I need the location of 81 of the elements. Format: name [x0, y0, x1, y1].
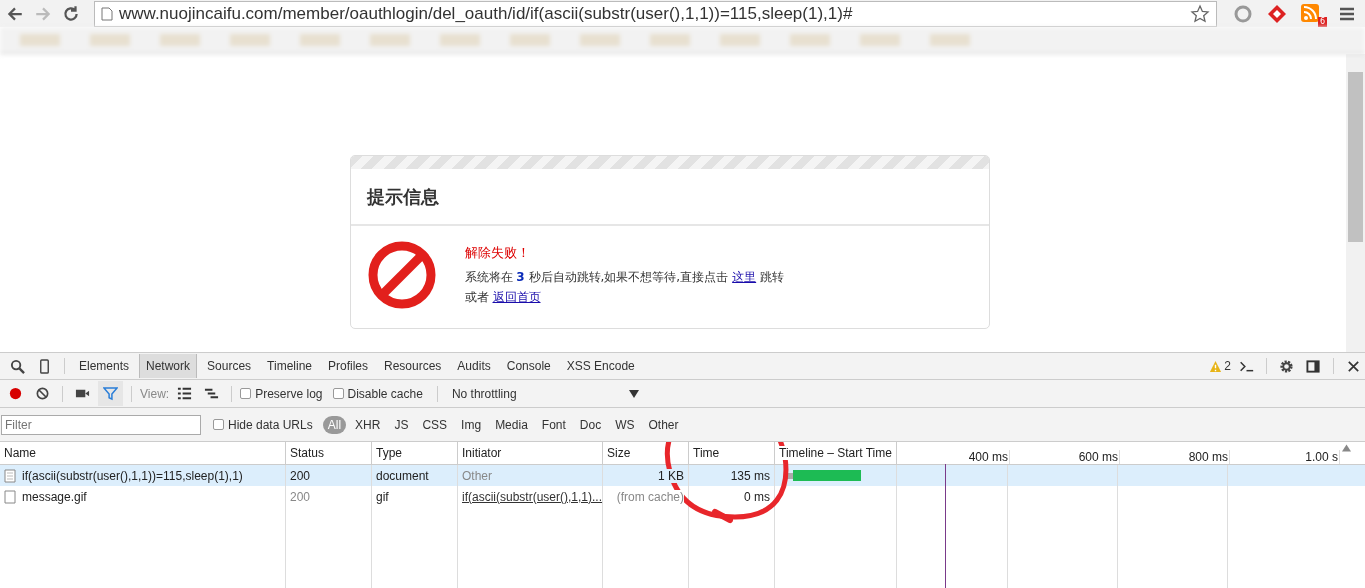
filter-input[interactable]: Filter: [1, 414, 201, 435]
disable-cache-checkbox[interactable]: Disable cache: [332, 386, 423, 401]
status-cell: 200: [286, 486, 372, 507]
prohibited-icon: [366, 240, 437, 310]
time-tick-label: 800 ms: [1120, 450, 1230, 464]
waterfall-view-icon[interactable]: [204, 386, 220, 401]
devtools-tab[interactable]: Sources: [201, 354, 258, 378]
here-link[interactable]: 这里: [732, 269, 757, 286]
initiator-cell: Other: [462, 468, 492, 483]
mobile-device-icon[interactable]: [37, 358, 52, 374]
settings-icon[interactable]: [1279, 358, 1294, 374]
file-icon: [4, 489, 16, 504]
size-cell: 1 KB: [658, 468, 684, 483]
type-cell: document: [372, 465, 458, 486]
devtools-tab[interactable]: Console: [500, 354, 557, 378]
type-filter[interactable]: Doc: [574, 415, 607, 434]
type-filter[interactable]: WS: [610, 415, 640, 434]
reload-icon[interactable]: [62, 4, 80, 23]
devtools-tab[interactable]: Audits: [451, 354, 497, 378]
list-view-icon[interactable]: [177, 386, 193, 401]
column-header[interactable]: Status: [290, 446, 325, 460]
time-tick-label: 400 ms: [900, 450, 1010, 464]
throttling-dropdown[interactable]: No throttling: [445, 386, 639, 401]
warning-count[interactable]: 2: [1209, 359, 1231, 373]
sort-arrow-icon[interactable]: [1342, 444, 1351, 452]
scrollbar[interactable]: [1346, 54, 1365, 352]
dropdown-arrow-icon[interactable]: [628, 389, 639, 398]
initiator-link[interactable]: if(ascii(substr(user(),1,1)...: [462, 489, 603, 504]
column-header[interactable]: Timeline – Start Time: [779, 446, 892, 460]
circle-extension-icon[interactable]: [1233, 3, 1253, 24]
column-header[interactable]: Size: [607, 446, 631, 460]
diamond-extension-icon[interactable]: [1267, 3, 1287, 24]
extension-badge: 6: [1317, 16, 1327, 27]
clear-icon[interactable]: [35, 386, 50, 401]
record-icon[interactable]: [8, 386, 23, 401]
column-header[interactable]: Time: [693, 446, 720, 460]
request-name: if(ascii(substr(user(),1,1))=115,sleep(1),1): [22, 468, 243, 483]
devtools-tab[interactable]: Elements: [73, 354, 136, 378]
devtools-tab[interactable]: Resources: [378, 354, 448, 378]
request-row[interactable]: if(ascii(substr(user(),1,1))=115,sleep(1),1) 200 document Other 1 KB 135 ms: [0, 465, 1365, 486]
file-icon: [4, 468, 16, 483]
dock-icon[interactable]: [1306, 358, 1321, 374]
hide-data-urls-checkbox[interactable]: Hide data URLs: [213, 417, 313, 432]
type-filter[interactable]: Font: [536, 415, 571, 434]
type-filter[interactable]: CSS: [417, 415, 453, 434]
page-icon: [101, 6, 113, 21]
column-header[interactable]: Name: [4, 446, 36, 460]
preserve-log-checkbox[interactable]: Preserve log: [240, 386, 323, 401]
devtools-tab[interactable]: Network: [139, 354, 198, 378]
request-name: message.gif: [22, 489, 87, 504]
or-text: 或者: [464, 289, 489, 306]
size-cell: (from cache): [616, 489, 684, 504]
redirect-suffix-text: 跳转: [760, 269, 785, 286]
card-title: 提示信息: [350, 169, 989, 226]
type-filter[interactable]: JS: [389, 415, 414, 434]
status-cell: 200: [286, 465, 372, 486]
redirect-text: 系统将在 3 秒后自动跳转,如果不想等待,直接点击: [464, 269, 729, 286]
type-filter[interactable]: Img: [456, 415, 487, 434]
search-icon[interactable]: [10, 358, 25, 374]
type-cell: gif: [372, 486, 458, 507]
url-text: www.nuojincaifu.com/member/oauthlogin/del_oauth/id/if(ascii(substr(user(),1,1))=115,sleep(1),1)#: [119, 3, 854, 24]
address-bar[interactable]: www.nuojincaifu.com/member/oauthlogin/del_oauth/id/if(ascii(substr(user(),1,1))=115,sleep(1),1)#: [94, 0, 1217, 27]
type-filter[interactable]: Other: [643, 415, 684, 434]
time-cell: 0 ms: [744, 489, 770, 504]
time-tick-label: 600 ms: [1010, 450, 1120, 464]
devtools-tab[interactable]: XSS Encode: [560, 354, 641, 378]
time-tick-label: 1.00 s: [1230, 450, 1340, 464]
column-header[interactable]: Type: [376, 446, 402, 460]
column-header[interactable]: Initiator: [462, 446, 502, 460]
view-label: View:: [140, 386, 170, 401]
devtools-tab[interactable]: Timeline: [261, 354, 318, 378]
request-row[interactable]: message.gif 200 gif if(ascii(substr(user(),1,1)... (from cache) 0 ms: [0, 486, 1365, 507]
devtools-tab[interactable]: Profiles: [322, 354, 374, 378]
error-text: 解除失败！: [464, 244, 531, 262]
time-cell: 135 ms: [730, 468, 770, 483]
type-filter[interactable]: XHR: [350, 415, 386, 434]
star-icon[interactable]: [1190, 3, 1210, 24]
type-filter[interactable]: Media: [490, 415, 533, 434]
close-icon[interactable]: [1346, 358, 1361, 374]
home-link[interactable]: 返回首页: [492, 289, 541, 306]
filter-icon[interactable]: [98, 381, 123, 406]
